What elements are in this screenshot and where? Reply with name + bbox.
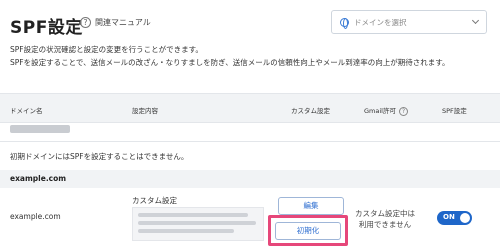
custom-setting-value	[132, 207, 264, 241]
chevron-down-icon	[471, 16, 480, 25]
custom-setting-label: カスタム設定	[132, 196, 177, 205]
redacted-line	[138, 213, 248, 217]
toggle-knob	[460, 213, 470, 223]
gmail-status-line-1: カスタム設定中は	[355, 209, 415, 218]
col-spf: SPF設定	[442, 107, 467, 115]
domain-group-header: example.com	[0, 170, 500, 188]
initial-domain-redacted	[10, 125, 70, 133]
page-title: SPF設定	[10, 18, 83, 38]
spf-toggle-label: ON	[443, 213, 455, 221]
spf-toggle[interactable]: ON	[437, 211, 472, 225]
redacted-line	[138, 221, 256, 225]
info-icon[interactable]: ?	[398, 106, 408, 116]
edit-button[interactable]: 編集	[278, 197, 344, 215]
initial-domain-note: 初期ドメインにはSPFを設定することはできません。	[10, 152, 189, 161]
col-domain: ドメイン名	[10, 107, 43, 115]
manual-link-label: 関連マニュアル	[95, 18, 151, 27]
col-custom: カスタム設定	[291, 107, 330, 115]
globe-icon	[340, 17, 349, 29]
table-header: ドメイン名 設定内容 カスタム設定 Gmail許可? SPF設定	[0, 93, 500, 123]
domain-select-placeholder: ドメインを選択	[354, 17, 407, 27]
gmail-status-line-2: 利用できません	[358, 220, 412, 229]
divider	[0, 141, 500, 142]
row-domain-name: example.com	[10, 212, 61, 221]
help-icon: ?	[80, 17, 91, 28]
description-line-1: SPF設定の状況確認と設定の変更を行うことができます。	[10, 45, 203, 54]
reset-button[interactable]: 初期化	[275, 222, 341, 240]
col-gmail: Gmail許可?	[364, 105, 408, 116]
col-gmail-label: Gmail許可	[364, 107, 396, 115]
col-settings: 設定内容	[132, 107, 158, 115]
redacted-line	[138, 229, 234, 233]
gmail-status: カスタム設定中は 利用できません	[354, 208, 416, 230]
manual-link[interactable]: ? 関連マニュアル	[80, 17, 151, 28]
description-line-2: SPFを設定することで、送信メールの改ざん・なりすましを防ぎ、送信メールの信頼性…	[10, 58, 450, 67]
domain-select[interactable]: ドメインを選択	[331, 10, 487, 34]
domain-group-label: example.com	[10, 174, 67, 183]
